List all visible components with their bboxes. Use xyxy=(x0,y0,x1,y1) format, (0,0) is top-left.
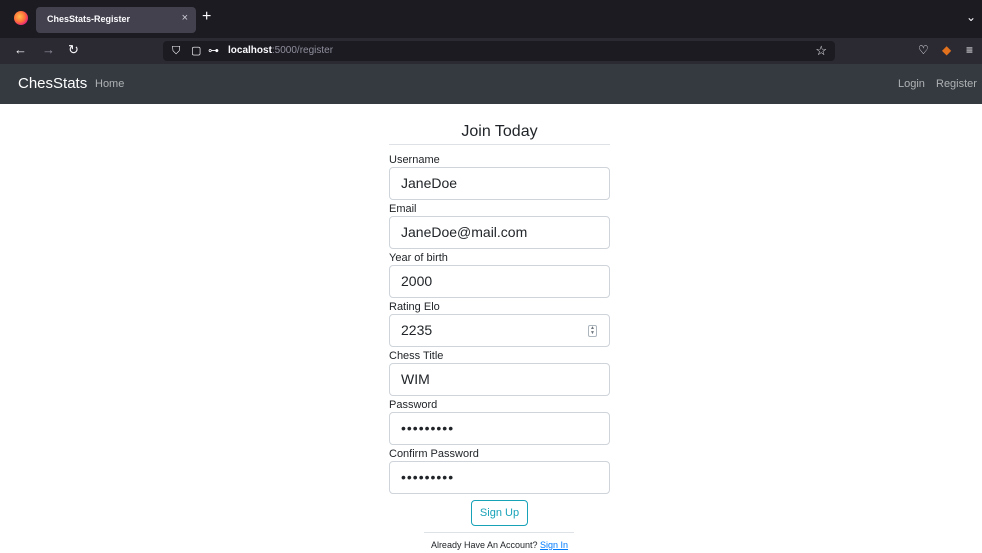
sign-in-prompt: Already Have An Account? Sign In xyxy=(389,540,610,550)
chess-title-input[interactable]: WIM xyxy=(389,363,610,396)
email-label: Email xyxy=(389,203,417,215)
confirm-password-label: Confirm Password xyxy=(389,448,479,460)
back-arrow-icon[interactable]: ← xyxy=(14,42,27,58)
nav-register-link[interactable]: Register xyxy=(936,78,977,90)
sign-in-prompt-text: Already Have An Account? xyxy=(430,540,541,550)
browser-toolbar: ← → ↻ ⛉ ▢ ⊶ localhost:5000/register ☆ ♡ … xyxy=(0,38,982,64)
password-label: Password xyxy=(389,399,438,411)
tab-close-icon[interactable]: × xyxy=(182,12,188,24)
form-divider xyxy=(424,532,574,533)
browser-tab-bar: ChesStats-Register × + ⌄ xyxy=(0,0,982,38)
confirm-password-input[interactable]: ••••••••• xyxy=(389,461,610,494)
birth-year-input[interactable]: 2000 xyxy=(389,265,610,298)
key-icon[interactable]: ⊶ xyxy=(208,44,219,58)
username-input[interactable]: JaneDoe xyxy=(389,167,610,200)
form-title: Join Today xyxy=(389,118,610,145)
page-icon[interactable]: ▢ xyxy=(191,44,201,58)
birth-year-label: Year of birth xyxy=(389,252,448,264)
forward-arrow-icon[interactable]: → xyxy=(42,42,55,58)
menu-hamburger-icon[interactable]: ≡ xyxy=(966,42,973,58)
nav-login-link[interactable]: Login xyxy=(898,78,925,90)
chess-title-label: Chess Title xyxy=(389,350,444,362)
shield-icon[interactable]: ⛉ xyxy=(172,44,180,58)
bookmark-star-icon[interactable]: ☆ xyxy=(815,43,827,59)
number-spinner-icon[interactable]: ▲ ▼ xyxy=(588,325,597,337)
username-label: Username xyxy=(389,154,440,166)
email-input[interactable]: JaneDoe@mail.com xyxy=(389,216,610,249)
password-input[interactable]: ••••••••• xyxy=(389,412,610,445)
sign-up-button[interactable]: Sign Up xyxy=(471,500,528,526)
brand-logo-text[interactable]: ChesStats xyxy=(18,75,87,92)
browser-tab[interactable]: ChesStats-Register × xyxy=(36,7,196,33)
new-tab-icon[interactable]: + xyxy=(202,9,211,25)
url-bar[interactable]: ⛉ ▢ ⊶ localhost:5000/register ☆ xyxy=(163,41,835,61)
extension-fox-icon[interactable]: ◆ xyxy=(942,42,951,58)
rating-elo-input[interactable]: 2235 ▲ ▼ xyxy=(389,314,610,347)
site-navbar: ChesStats Home Login Register xyxy=(0,64,982,104)
rating-elo-label: Rating Elo xyxy=(389,301,440,313)
tab-list-chevron-icon[interactable]: ⌄ xyxy=(966,10,976,24)
tab-title: ChesStats-Register xyxy=(47,14,131,24)
firefox-icon xyxy=(14,11,28,25)
url-text[interactable]: localhost:5000/register xyxy=(228,45,333,56)
pocket-icon[interactable]: ♡ xyxy=(918,42,929,58)
sign-in-link[interactable]: Sign In xyxy=(540,540,568,550)
rating-elo-value: 2235 xyxy=(401,322,433,338)
nav-home-link[interactable]: Home xyxy=(95,78,124,90)
reload-icon[interactable]: ↻ xyxy=(68,42,79,58)
